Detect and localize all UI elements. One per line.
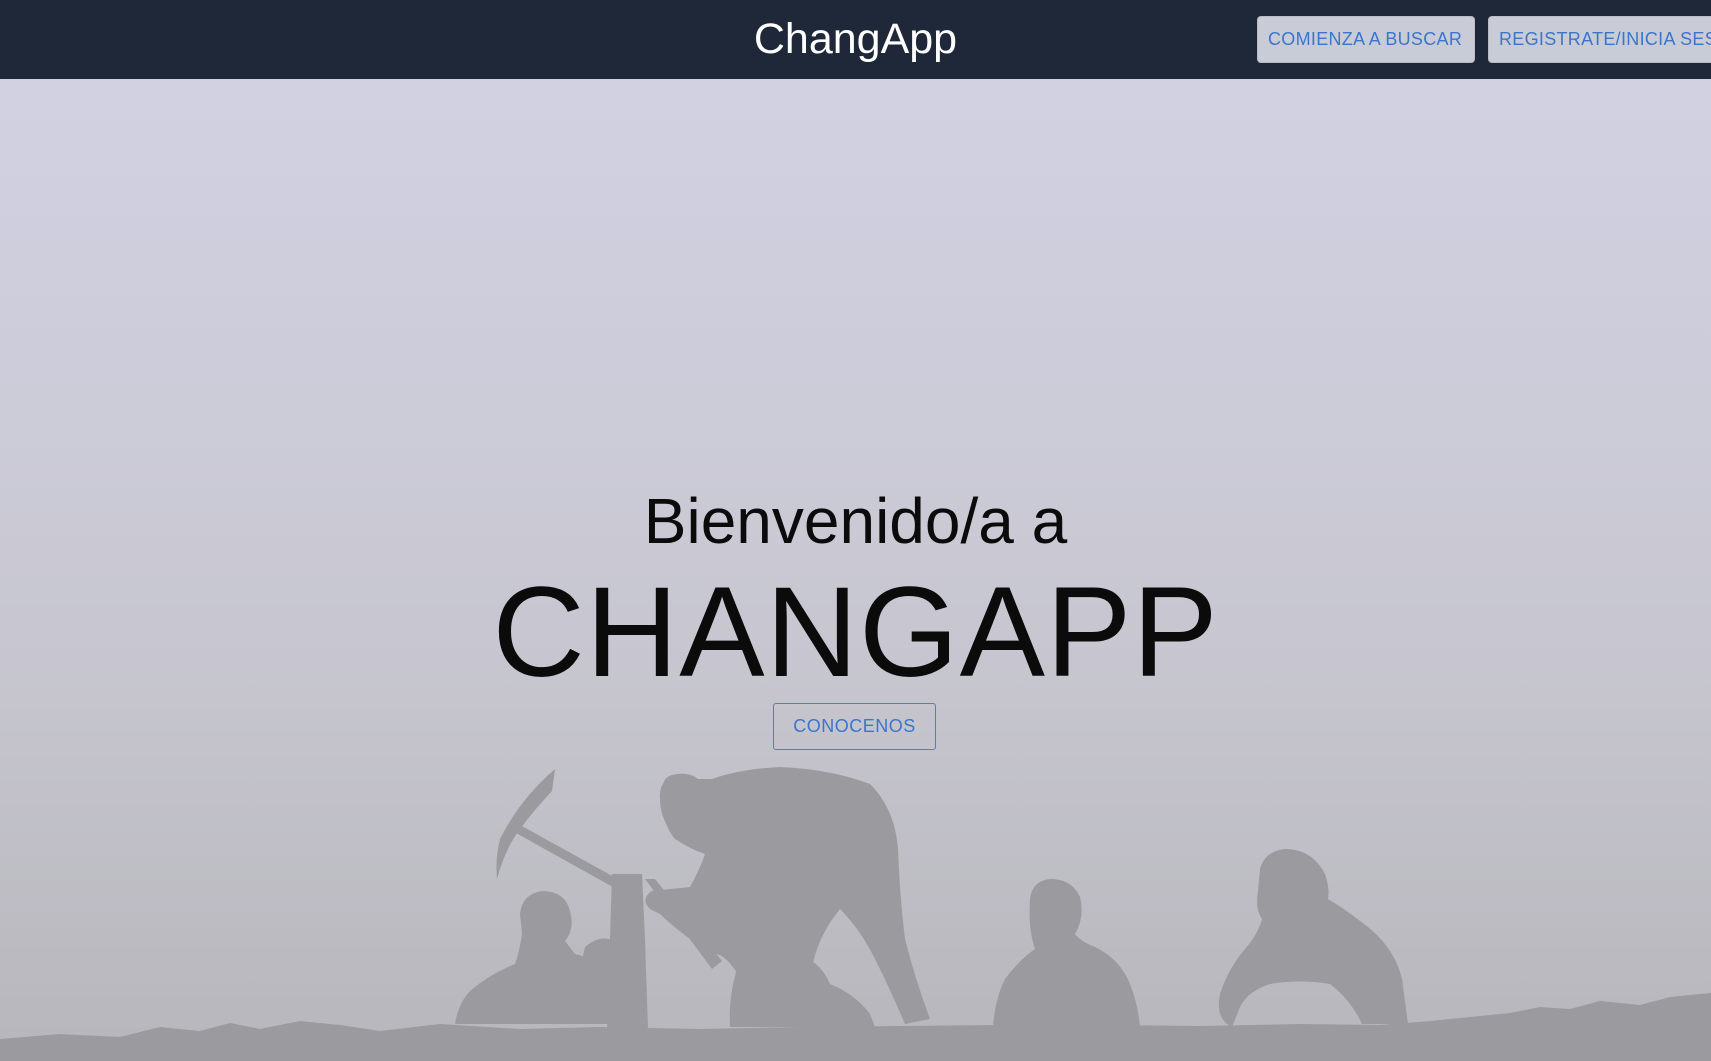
welcome-heading: Bienvenido/a a bbox=[643, 485, 1068, 557]
navbar: ChangApp COMIENZA A BUSCAR REGISTRATE/IN… bbox=[0, 0, 1711, 79]
register-login-button[interactable]: REGISTRATE/INICIA SESION bbox=[1488, 16, 1711, 63]
about-us-button[interactable]: CONOCENOS bbox=[773, 703, 936, 750]
start-search-button[interactable]: COMIENZA A BUSCAR bbox=[1257, 16, 1475, 63]
hero-title: CHANGAPP bbox=[492, 561, 1219, 704]
hero-section: Bienvenido/a a CHANGAPP CONOCENOS bbox=[0, 79, 1711, 1061]
page: ChangApp COMIENZA A BUSCAR REGISTRATE/IN… bbox=[0, 0, 1711, 1061]
